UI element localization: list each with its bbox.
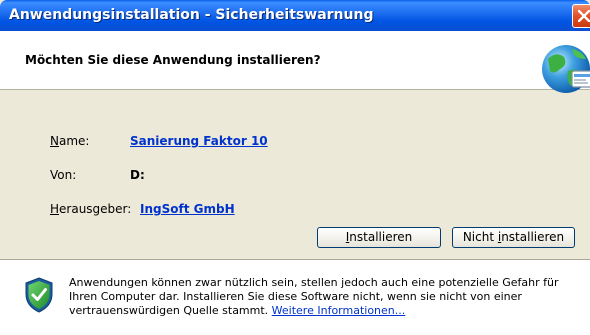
title-bar[interactable]: Anwendungsinstallation - Sicherheitswarn… <box>0 0 590 31</box>
install-button[interactable]: Installieren <box>317 227 441 248</box>
dialog-header: Möchten Sie diese Anwendung installieren… <box>0 31 590 93</box>
publisher-label: Herausgeber: <box>50 202 132 216</box>
dont-install-button[interactable]: Nicht installieren <box>452 227 575 248</box>
warning-message: Anwendungen können zwar nützlich sein, s… <box>69 276 559 317</box>
publisher-link[interactable]: IngSoft GmbH <box>140 202 235 216</box>
app-name-link[interactable]: Sanierung Faktor 10 <box>130 134 268 148</box>
name-label: Name: <box>50 134 90 148</box>
close-button[interactable] <box>572 4 590 28</box>
more-info-link[interactable]: Weitere Informationen... <box>272 304 406 317</box>
globe-install-icon <box>542 45 590 93</box>
close-x-icon <box>578 10 590 22</box>
from-label: Von: <box>50 168 77 182</box>
dialog-window: Anwendungsinstallation - Sicherheitswarn… <box>0 0 590 335</box>
security-shield-icon <box>25 277 53 313</box>
from-value: D: <box>130 168 145 182</box>
security-warning-panel: Anwendungen können zwar nützlich sein, s… <box>0 261 590 335</box>
window-title: Anwendungsinstallation - Sicherheitswarn… <box>9 7 374 23</box>
install-question: Möchten Sie diese Anwendung installieren… <box>25 53 321 67</box>
